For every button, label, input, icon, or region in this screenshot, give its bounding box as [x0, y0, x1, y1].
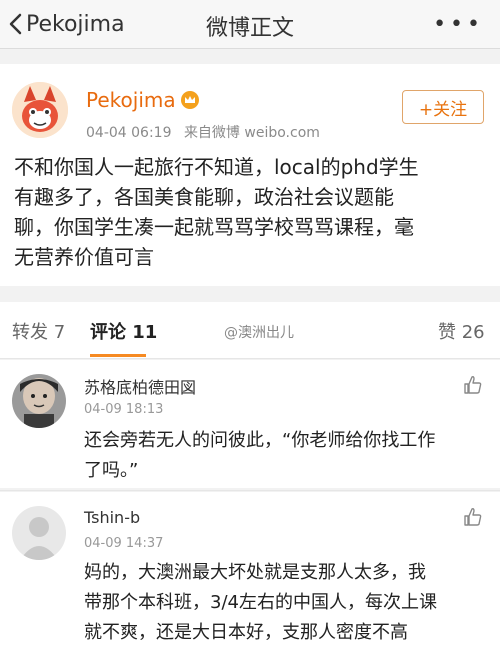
- comment-text-line: 妈的，大澳洲最大坏处就是支那人太多，我: [84, 562, 426, 583]
- post-meta: 04-04 06:19 来自微博 weibo.com: [86, 122, 328, 142]
- comment-username[interactable]: 苏格底柏德田図: [84, 374, 196, 398]
- page-title: 微博正文: [205, 16, 294, 41]
- post-date: 04-04 06:19: [86, 125, 172, 141]
- tab-likes[interactable]: 赞 26: [438, 318, 485, 344]
- post-source: 来自微博 weibo.com: [183, 125, 320, 141]
- avatar[interactable]: [12, 82, 68, 138]
- post-text-line: 有趣多了，各国美食能聊，政治社会议题能: [14, 185, 394, 209]
- post-card: Pekojima 04-04 06:19 来自微博 weibo.com +关注 …: [0, 64, 500, 286]
- comment-item: Tshin-b 04-09 14:37 妈的，大澳洲最大坏处就是支那人太多，我 …: [0, 492, 500, 661]
- post-text-line: 无营养价值可言: [14, 245, 154, 269]
- interaction-tabs: 转发 7 评论 11 @澳洲出儿 赞 26: [0, 302, 500, 359]
- watermark: @澳洲出儿: [224, 325, 294, 341]
- avatar-image: [12, 82, 68, 138]
- tab-repost[interactable]: 转发 7: [12, 318, 65, 344]
- thumbs-up-icon[interactable]: [462, 506, 484, 528]
- thumbs-up-icon[interactable]: [462, 374, 484, 396]
- divider: [0, 490, 500, 491]
- active-tab-indicator: [90, 354, 146, 357]
- comment-text: 妈的，大澳洲最大坏处就是支那人太多，我 带那个本科班，3/4左右的中国人，每次上…: [84, 558, 437, 648]
- comment-item: 苏格底柏德田図 04-09 18:13 还会旁若无人的问彼此，“你老师给你找工作…: [0, 360, 500, 488]
- follow-button[interactable]: +关注: [402, 90, 484, 124]
- comment-text: 还会旁若无人的问彼此，“你老师给你找工作 了吗。”: [84, 426, 435, 486]
- comment-text-line: 就不爽，还是大日本好，支那人密度不高: [84, 622, 408, 643]
- post-text-line: 不和你国人一起旅行不知道，local的phd学生: [14, 155, 419, 179]
- comment-text-line: 了吗。”: [84, 460, 139, 481]
- comment-username[interactable]: Tshin-b: [84, 508, 140, 527]
- avatar[interactable]: [12, 374, 66, 428]
- comment-text-line: 带那个本科班，3/4左右的中国人，每次上课: [84, 592, 437, 613]
- tab-comments[interactable]: 评论 11: [90, 318, 157, 344]
- comment-time: 04-09 14:37: [84, 536, 164, 551]
- more-menu-icon[interactable]: •••: [433, 12, 484, 37]
- nav-bar: Pekojima 微博正文 •••: [0, 0, 500, 49]
- avatar-image: [12, 374, 66, 428]
- comment-time: 04-09 18:13: [84, 402, 164, 417]
- post-text-line: 聊，你国学生凑一起就骂骂学校骂骂课程，毫: [14, 215, 414, 239]
- vip-crown-icon: [181, 91, 199, 109]
- post-text: 不和你国人一起旅行不知道，local的phd学生 有趣多了，各国美食能聊，政治社…: [14, 152, 486, 272]
- default-avatar-icon: [12, 506, 66, 560]
- comment-text-line: 还会旁若无人的问彼此，“你老师给你找工作: [84, 430, 436, 451]
- post-username[interactable]: Pekojima: [86, 88, 176, 112]
- avatar[interactable]: [12, 506, 66, 560]
